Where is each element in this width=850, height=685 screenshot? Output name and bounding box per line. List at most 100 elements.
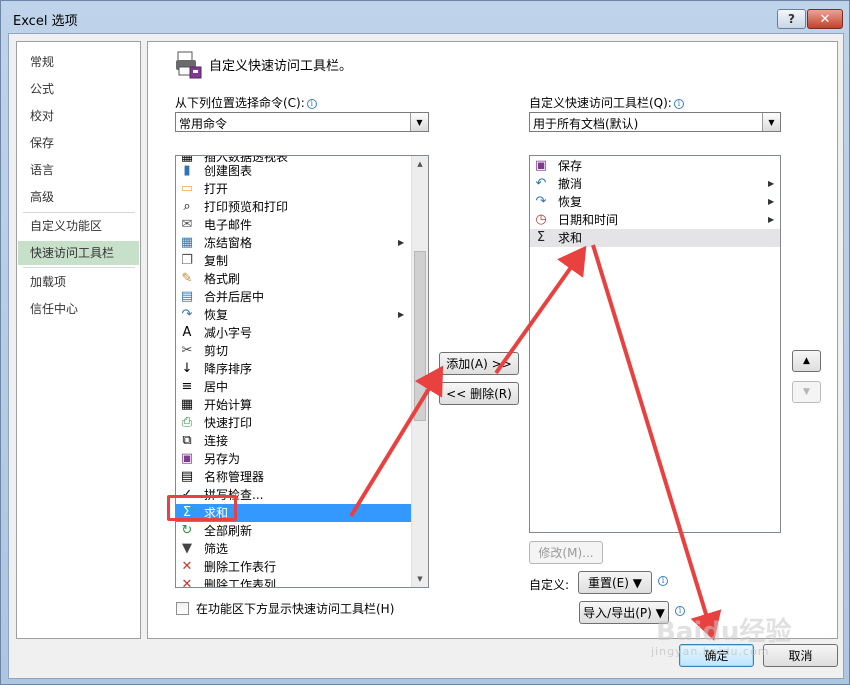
list-item[interactable]: ❐ 复制 <box>176 252 412 270</box>
list-item[interactable]: ≡ 居中 <box>176 378 412 396</box>
list-item-label: 打印预览和打印 <box>204 200 289 214</box>
list-item[interactable]: ▦ 开始计算 <box>176 396 412 414</box>
watermark-url: jingyan.baidu.com <box>651 645 770 658</box>
list-item-label: 求和 <box>558 231 583 245</box>
info-icon[interactable]: i <box>658 576 668 586</box>
undo-icon: ↶ <box>535 176 547 191</box>
quick-print-icon: ⎙ <box>181 415 193 430</box>
list-item[interactable]: A 减小字号 <box>176 324 412 342</box>
available-commands-list[interactable]: ▦ 插入数据透视表 ▮ 创建图表 ▭ 打开 ⌕ 打印预览和打印 ✉ 电子邮件 ▦ 冻结窗格 ▶ ❐ 复制… <box>175 155 429 588</box>
move-down-button[interactable]: ▼ <box>792 381 821 403</box>
list-item-label: 日期和时间 <box>558 213 619 227</box>
customizations-label: 自定义: <box>529 578 570 592</box>
sidebar-item-advanced[interactable]: 高级 <box>18 185 139 209</box>
sidebar-item-customize-ribbon[interactable]: 自定义功能区 <box>18 214 139 238</box>
list-item[interactable]: ✎ 格式刷 <box>176 270 412 288</box>
annotation-highlight-box <box>167 495 237 521</box>
sidebar-item-trust-center[interactable]: 信任中心 <box>18 297 139 321</box>
email-icon: ✉ <box>181 217 193 232</box>
save-icon: ▣ <box>534 158 548 173</box>
merge-center-icon: ▤ <box>180 289 194 304</box>
submenu-arrow-icon: ▶ <box>768 215 775 224</box>
list-item[interactable]: ▦ 冻结窗格 ▶ <box>176 234 412 252</box>
move-up-button[interactable]: ▲ <box>792 350 821 372</box>
list-item[interactable]: ↻ 全部刷新 <box>176 522 412 540</box>
name-manager-icon: ▤ <box>180 469 194 484</box>
choose-commands-label: 从下列位置选择命令(C): i <box>175 94 317 111</box>
reset-button[interactable]: 重置(E) ▼ <box>578 571 652 594</box>
list-item[interactable]: ↶ 撤消 ▶ <box>530 175 780 193</box>
quick-access-commands-list[interactable]: ▣ 保存 ↶ 撤消 ▶ ↷ 恢复 ▶ ◷ 日期和时间 ▶ Σ 求和 <box>529 155 781 533</box>
commands-scrollbar[interactable]: ▲ ▼ <box>411 156 428 587</box>
submenu-arrow-icon: ▶ <box>398 238 405 247</box>
refresh-all-icon: ↻ <box>181 523 193 538</box>
sidebar-divider <box>23 267 135 268</box>
page-title: 自定义快速访问工具栏。 <box>209 59 353 74</box>
info-icon[interactable]: i <box>673 99 684 109</box>
quick-access-settings-panel: 自定义快速访问工具栏。 从下列位置选择命令(C): i 常用命令 ▼ ▦ 插入数据… <box>147 41 838 639</box>
list-item[interactable]: ⧉ 连接 <box>176 432 412 450</box>
modify-button[interactable]: 修改(M)... <box>529 541 603 564</box>
sidebar-item-proofing[interactable]: 校对 <box>18 104 139 128</box>
show-below-ribbon-label[interactable]: 在功能区下方显示快速访问工具栏(H) <box>196 600 394 617</box>
list-item[interactable]: ▮ 创建图表 <box>176 162 412 180</box>
list-item-label: 合并后居中 <box>204 290 265 304</box>
list-item[interactable]: ✉ 电子邮件 <box>176 216 412 234</box>
list-item[interactable]: ◷ 日期和时间 ▶ <box>530 211 780 229</box>
sidebar-item-language[interactable]: 语言 <box>18 158 139 182</box>
list-item-label: 打开 <box>204 182 229 196</box>
sidebar-item-formulas[interactable]: 公式 <box>18 77 139 101</box>
list-item[interactable]: Σ 求和 <box>530 229 780 247</box>
scroll-up-icon[interactable]: ▲ <box>412 156 428 172</box>
list-item[interactable]: ▭ 打开 <box>176 180 412 198</box>
list-item[interactable]: ↷ 恢复 ▶ <box>176 306 412 324</box>
list-item[interactable]: ▣ 保存 <box>530 157 780 175</box>
sum-icon: Σ <box>536 230 546 245</box>
sidebar-item-save[interactable]: 保存 <box>18 131 139 155</box>
list-item[interactable]: ⎙ 快速打印 <box>176 414 412 432</box>
scroll-thumb[interactable] <box>414 251 426 421</box>
delete-column-icon: ✕ <box>181 577 193 588</box>
dialog-client-area: 常规 公式 校对 保存 语言 高级 自定义功能区 快速访问工具栏 加载项 信任中… <box>8 33 844 679</box>
sidebar-item-add-ins[interactable]: 加载项 <box>18 270 139 294</box>
toolbar-scope-dropdown[interactable]: 用于所有文档(默认) ▼ <box>529 112 781 132</box>
close-button[interactable]: ✕ <box>807 9 843 29</box>
list-item[interactable]: ✕ 删除工作表列 <box>176 576 412 588</box>
show-below-ribbon-checkbox[interactable] <box>176 602 189 615</box>
dialog-title: Excel 选项 <box>13 14 78 29</box>
list-item-label: 格式刷 <box>204 272 241 286</box>
add-button[interactable]: 添加(A) >> <box>439 352 519 375</box>
sidebar-item-general[interactable]: 常规 <box>18 50 139 74</box>
format-painter-icon: ✎ <box>181 271 193 286</box>
chart-icon: ▮ <box>183 163 191 178</box>
list-item[interactable]: ▤ 合并后居中 <box>176 288 412 306</box>
list-item[interactable]: ↓ 降序排序 <box>176 360 412 378</box>
list-item-label: 剪切 <box>204 344 229 358</box>
list-item[interactable]: ✂ 剪切 <box>176 342 412 360</box>
title-bar: Excel 选项 ? ✕ <box>1 1 849 35</box>
filter-icon: ▼ <box>182 541 192 556</box>
info-icon[interactable]: i <box>306 99 317 109</box>
list-item-label: 降序排序 <box>204 362 253 376</box>
customize-toolbar-label: 自定义快速访问工具栏(Q): i <box>529 94 684 111</box>
list-item[interactable]: ↷ 恢复 ▶ <box>530 193 780 211</box>
date-time-icon: ◷ <box>535 212 547 227</box>
sort-descending-icon: ↓ <box>181 361 193 376</box>
list-item[interactable]: ⌕ 打印预览和打印 <box>176 198 412 216</box>
redo-icon: ↷ <box>181 307 193 322</box>
list-item-label: 复制 <box>204 254 229 268</box>
list-item[interactable]: ✕ 删除工作表行 <box>176 558 412 576</box>
list-item-label: 名称管理器 <box>204 470 265 484</box>
toolbar-customize-icon <box>176 51 202 79</box>
remove-button[interactable]: << 删除(R) <box>439 382 519 405</box>
watermark-logo: Baidu经验 <box>656 617 792 647</box>
list-item-label: 全部刷新 <box>204 524 253 538</box>
choose-commands-dropdown[interactable]: 常用命令 ▼ <box>175 112 429 132</box>
list-item[interactable]: ▼ 筛选 <box>176 540 412 558</box>
help-button[interactable]: ? <box>777 9 806 29</box>
scroll-down-icon[interactable]: ▼ <box>412 571 428 587</box>
sidebar-item-quick-access-toolbar[interactable]: 快速访问工具栏 <box>18 241 139 265</box>
list-item[interactable]: ▣ 另存为 <box>176 450 412 468</box>
list-item[interactable]: ▤ 名称管理器 <box>176 468 412 486</box>
list-item-label: 减小字号 <box>204 326 253 340</box>
